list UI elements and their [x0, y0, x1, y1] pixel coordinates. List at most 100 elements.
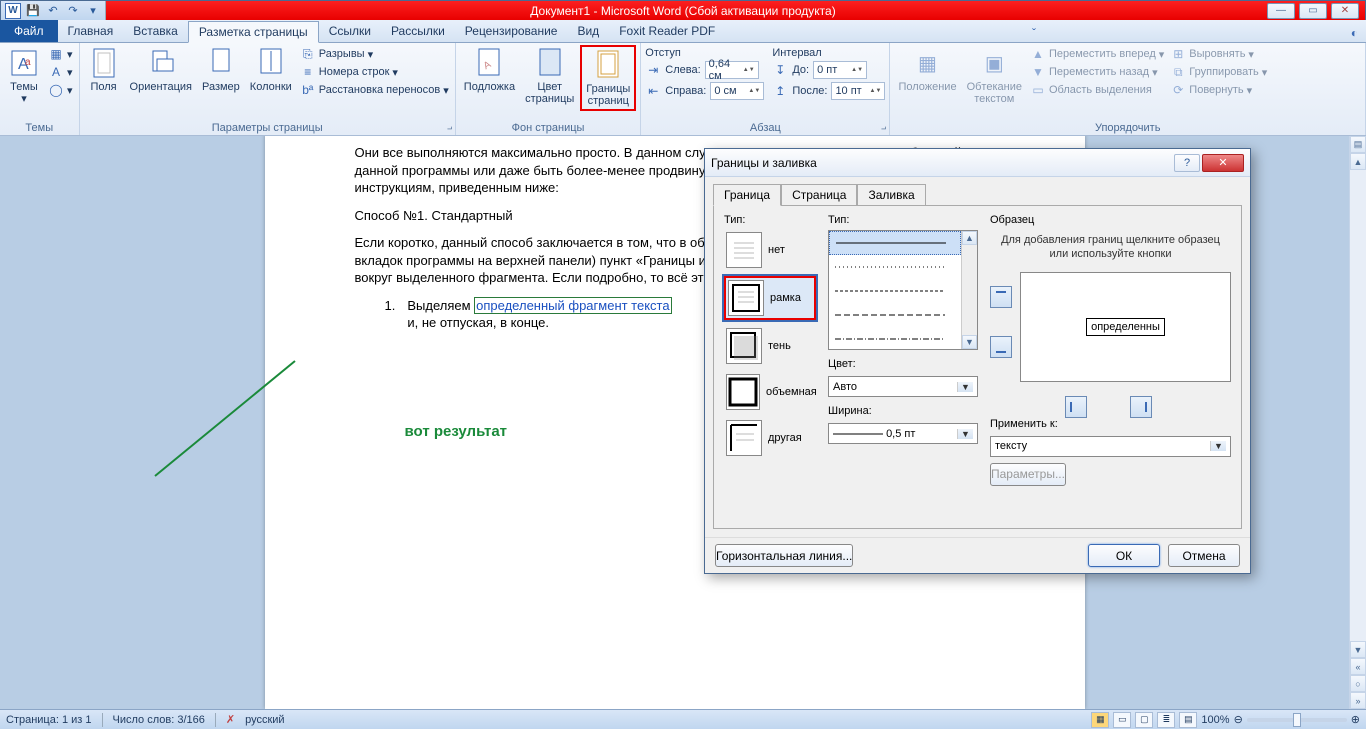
- ribbon-minimize-icon[interactable]: ˇ: [1024, 24, 1044, 42]
- options-button[interactable]: Параметры...: [990, 463, 1066, 486]
- style-scroll-down[interactable]: ▼: [962, 335, 977, 349]
- type-custom[interactable]: другая: [724, 418, 816, 458]
- page-borders-button[interactable]: Границы страниц: [580, 45, 636, 111]
- undo-icon[interactable]: ↶: [45, 3, 61, 19]
- zoom-level[interactable]: 100%: [1201, 714, 1229, 726]
- tab-insert[interactable]: Вставка: [123, 20, 188, 42]
- line-style-solid[interactable]: [829, 231, 961, 255]
- page-color-button[interactable]: Цвет страницы: [521, 45, 578, 107]
- scroll-up-button[interactable]: ▲: [1350, 153, 1366, 170]
- align-button[interactable]: ⊞Выровнять ▾: [1168, 45, 1269, 63]
- indent-left-input[interactable]: 0,64 см▲▼: [705, 61, 759, 79]
- next-page-button[interactable]: »: [1350, 692, 1366, 709]
- dialog-tab-shading[interactable]: Заливка: [857, 184, 925, 206]
- columns-button[interactable]: Колонки: [246, 45, 296, 95]
- type-shadow[interactable]: тень: [724, 326, 816, 366]
- dialog-tab-border[interactable]: Граница: [713, 184, 781, 206]
- spacing-after-input[interactable]: 10 пт▲▼: [831, 82, 885, 100]
- indent-left-icon: ⇥: [645, 62, 661, 78]
- send-backward-button[interactable]: ▼Переместить назад ▾: [1028, 63, 1166, 81]
- theme-fonts-button[interactable]: A▾: [46, 63, 75, 81]
- watermark-button[interactable]: AПодложка: [460, 45, 519, 95]
- width-combo[interactable]: 0,5 пт▼: [828, 423, 978, 444]
- minimize-button[interactable]: —: [1267, 3, 1295, 19]
- view-full-reading[interactable]: ▭: [1113, 712, 1131, 728]
- ok-button[interactable]: ОК: [1088, 544, 1160, 567]
- zoom-in-button[interactable]: ⊕: [1351, 713, 1360, 726]
- spacing-before-input[interactable]: 0 пт▲▼: [813, 61, 867, 79]
- style-scroll-up[interactable]: ▲: [962, 231, 977, 245]
- style-list-scrollbar[interactable]: ▲ ▼: [961, 231, 977, 349]
- view-web-layout[interactable]: ▢: [1135, 712, 1153, 728]
- line-style-dashed-fine[interactable]: [829, 279, 961, 303]
- browse-object-button[interactable]: ○: [1350, 675, 1366, 692]
- tab-mailings[interactable]: Рассылки: [381, 20, 455, 42]
- view-draft[interactable]: ▤: [1179, 712, 1197, 728]
- zoom-thumb[interactable]: [1293, 713, 1301, 727]
- tab-foxit[interactable]: Foxit Reader PDF: [609, 20, 725, 42]
- status-proofing-icon[interactable]: ✗: [226, 713, 235, 726]
- hyphenation-button[interactable]: bªРасстановка переносов ▾: [298, 81, 451, 99]
- type-none[interactable]: нет: [724, 230, 816, 270]
- tab-page-layout[interactable]: Разметка страницы: [188, 21, 319, 43]
- redo-icon[interactable]: ↷: [65, 3, 81, 19]
- line-numbers-button[interactable]: ≡Номера строк ▾: [298, 63, 451, 81]
- save-icon[interactable]: 💾: [25, 3, 41, 19]
- tab-view[interactable]: Вид: [567, 20, 609, 42]
- cancel-button[interactable]: Отмена: [1168, 544, 1240, 567]
- ruler-toggle[interactable]: ▤: [1350, 136, 1366, 153]
- close-button[interactable]: ✕: [1331, 3, 1359, 19]
- status-bar: Страница: 1 из 1 Число слов: 3/166 ✗ рус…: [0, 709, 1366, 729]
- orientation-button[interactable]: Ориентация: [126, 45, 196, 95]
- vertical-scrollbar[interactable]: ▤ ▲ ▼ « ○ »: [1349, 136, 1366, 709]
- dialog-tab-page[interactable]: Страница: [781, 184, 857, 206]
- line-style-dashdot[interactable]: [829, 327, 961, 350]
- scroll-track[interactable]: [1350, 170, 1366, 641]
- highlighted-fragment: определенный фрагмент текста: [474, 297, 671, 314]
- qat-customize-icon[interactable]: ▾: [85, 3, 101, 19]
- scroll-down-button[interactable]: ▼: [1350, 641, 1366, 658]
- position-button[interactable]: ▦Положение: [894, 45, 960, 95]
- tab-home[interactable]: Главная: [58, 20, 124, 42]
- view-outline[interactable]: ≣: [1157, 712, 1175, 728]
- type-3d[interactable]: объемная: [724, 372, 816, 412]
- group-objects-button[interactable]: ⧉Группировать ▾: [1168, 63, 1269, 81]
- edge-top-button[interactable]: [990, 286, 1012, 308]
- apply-to-combo[interactable]: тексту▼: [990, 436, 1231, 457]
- edge-right-button[interactable]: [1130, 396, 1152, 418]
- file-tab[interactable]: Файл: [0, 19, 58, 42]
- zoom-out-button[interactable]: ⊖: [1234, 713, 1243, 726]
- tab-review[interactable]: Рецензирование: [455, 20, 568, 42]
- help-icon[interactable]: ◐: [1343, 24, 1366, 42]
- status-page[interactable]: Страница: 1 из 1: [6, 714, 92, 726]
- color-combo[interactable]: Авто▼: [828, 376, 978, 397]
- theme-effects-button[interactable]: ◯▾: [46, 81, 75, 99]
- edge-bottom-button[interactable]: [990, 336, 1012, 358]
- breaks-button[interactable]: ⎘Разрывы ▾: [298, 45, 451, 63]
- zoom-slider[interactable]: [1247, 718, 1347, 722]
- themes-button[interactable]: Aa Темы▾: [4, 45, 44, 107]
- line-style-dotted[interactable]: [829, 255, 961, 279]
- edge-left-button[interactable]: [1065, 396, 1087, 418]
- line-style-dashed[interactable]: [829, 303, 961, 327]
- tab-references[interactable]: Ссылки: [319, 20, 381, 42]
- sample-preview[interactable]: определенны: [1020, 272, 1231, 382]
- selection-pane-button[interactable]: ▭Область выделения: [1028, 81, 1166, 99]
- status-words[interactable]: Число слов: 3/166: [113, 714, 205, 726]
- indent-right-input[interactable]: 0 см▲▼: [710, 82, 764, 100]
- bring-forward-button[interactable]: ▲Переместить вперед ▾: [1028, 45, 1166, 63]
- wrap-text-button[interactable]: ▣Обтекание текстом: [963, 45, 1026, 107]
- dialog-help-button[interactable]: ?: [1174, 154, 1200, 172]
- status-language[interactable]: русский: [245, 714, 284, 726]
- restore-button[interactable]: ▭: [1299, 3, 1327, 19]
- horizontal-line-button[interactable]: Горизонтальная линия...: [715, 544, 853, 567]
- dialog-close-button[interactable]: ✕: [1202, 154, 1244, 172]
- line-style-list[interactable]: ▲ ▼: [828, 230, 978, 350]
- margins-button[interactable]: Поля: [84, 45, 124, 95]
- size-button[interactable]: Размер: [198, 45, 244, 95]
- rotate-button[interactable]: ⟳Повернуть ▾: [1168, 81, 1269, 99]
- type-box[interactable]: рамка: [724, 276, 816, 320]
- theme-colors-button[interactable]: ▦▾: [46, 45, 75, 63]
- prev-page-button[interactable]: «: [1350, 658, 1366, 675]
- view-print-layout[interactable]: ▦: [1091, 712, 1109, 728]
